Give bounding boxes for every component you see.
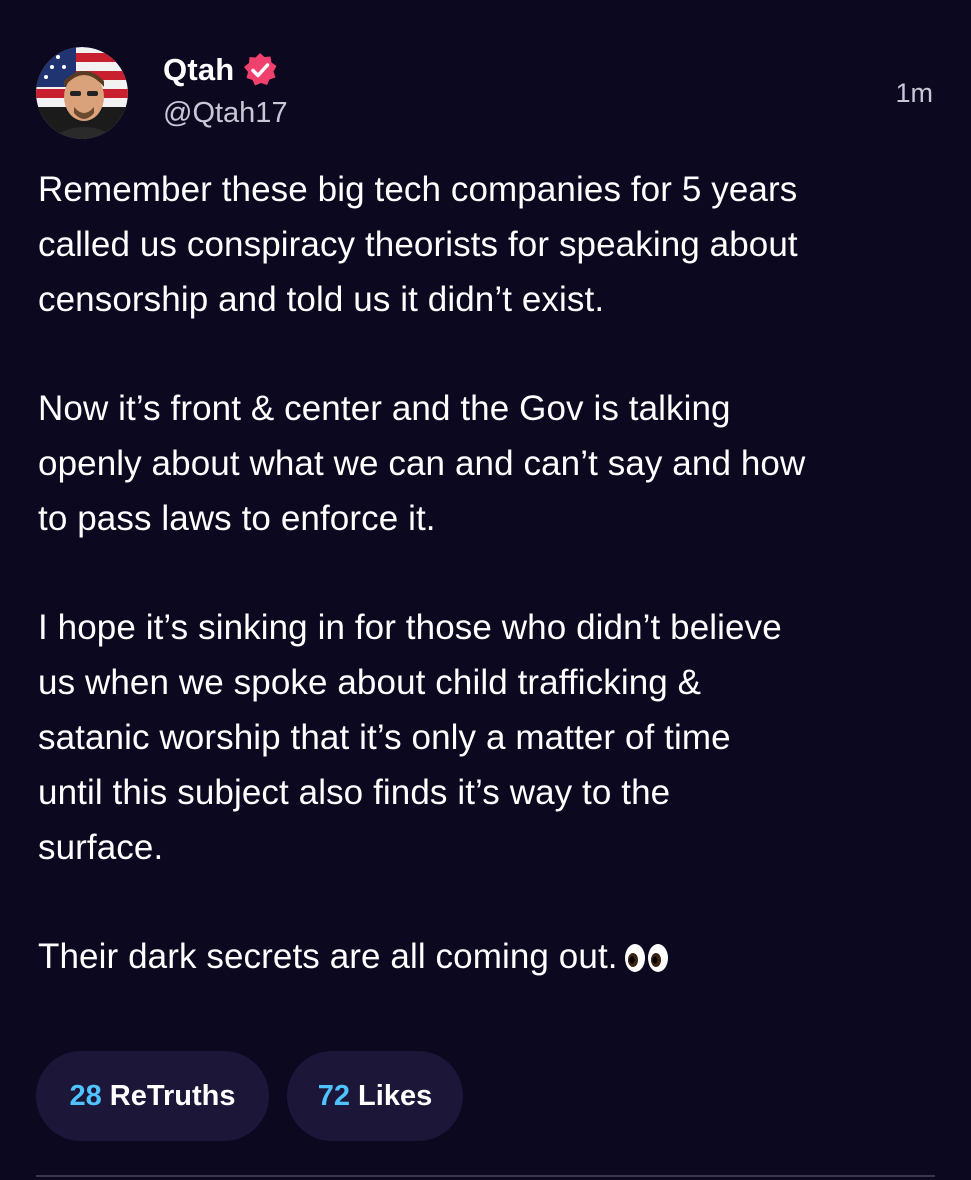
post-timestamp[interactable]: 1m [895, 78, 933, 109]
author-display-name[interactable]: Qtah [163, 52, 234, 88]
post-paragraph-text: Their dark secrets are all coming out. [38, 937, 618, 976]
avatar-image [36, 47, 128, 139]
retruths-button[interactable]: 28 ReTruths [36, 1051, 269, 1141]
post-paragraph: Remember these big tech companies for 5 … [38, 170, 798, 319]
post-paragraph: Now it’s front & center and the Gov is t… [38, 389, 806, 538]
post-card: Qtah @Qtah17 1m Remember these big tech … [0, 0, 971, 1180]
retruths-count: 28 [69, 1079, 102, 1112]
verified-badge-icon [242, 52, 278, 88]
author-handle[interactable]: @Qtah17 [163, 97, 288, 130]
likes-count: 72 [317, 1079, 351, 1112]
likes-button[interactable]: 72 Likes [287, 1051, 463, 1141]
divider [36, 1175, 935, 1177]
post-paragraph: I hope it’s sinking in for those who did… [38, 608, 782, 867]
avatar[interactable] [36, 47, 128, 139]
post-body: Remember these big tech companies for 5 … [38, 162, 938, 990]
post-paragraph-last: Their dark secrets are all coming out. [38, 929, 938, 990]
retruths-label: ReTruths [109, 1079, 236, 1112]
author-name-row: Qtah [163, 50, 278, 90]
likes-label: Likes [358, 1079, 433, 1112]
eyes-icon [624, 935, 670, 990]
